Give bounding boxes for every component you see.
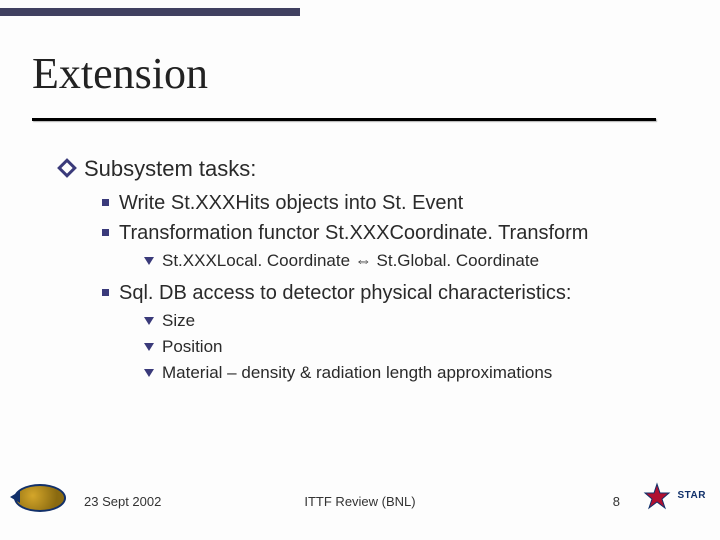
diamond-bullet-icon	[57, 158, 77, 178]
triangle-bullet-icon	[144, 343, 154, 351]
square-bullet-icon	[102, 229, 109, 236]
bullet-level2: Write St.XXXHits objects into St. Event	[102, 190, 690, 216]
triangle-bullet-icon	[144, 257, 154, 265]
bullet-level2-text: Write St.XXXHits objects into St. Event	[119, 190, 463, 216]
bullet-level3: Size	[144, 310, 690, 332]
bullet-level2: Transformation functor St.XXXCoordinate.…	[102, 220, 690, 246]
slide-title: Extension	[32, 48, 208, 99]
title-divider	[32, 118, 656, 121]
bullet-level3-text: Position	[162, 336, 222, 358]
triangle-bullet-icon	[144, 369, 154, 377]
footer-center: ITTF Review (BNL)	[304, 494, 415, 509]
footer-date: 23 Sept 2002	[84, 494, 161, 509]
square-bullet-icon	[102, 289, 109, 296]
kent-state-logo-icon	[14, 484, 66, 512]
bullet-level1: Subsystem tasks:	[60, 155, 690, 184]
footer-page-number: 8	[613, 494, 620, 509]
bullet-level3-text: Material – density & radiation length ap…	[162, 362, 552, 384]
bullet-level3: St.XXXLocal. Coordinate ⇔ St.Global. Coo…	[144, 250, 690, 272]
slide-footer: 23 Sept 2002 ITTF Review (BNL) 8 STAR	[0, 488, 720, 524]
slide-body: Subsystem tasks: Write St.XXXHits object…	[60, 155, 690, 392]
bullet-level1-text: Subsystem tasks:	[84, 155, 256, 184]
star-logo-text: STAR	[678, 490, 706, 501]
square-bullet-icon	[102, 199, 109, 206]
bullet-level3-text: Size	[162, 310, 195, 332]
bullet-level2-text: Transformation functor St.XXXCoordinate.…	[119, 220, 588, 246]
bullet-level2-text: Sql. DB access to detector physical char…	[119, 280, 571, 306]
bullet-level2: Sql. DB access to detector physical char…	[102, 280, 690, 306]
bullet-level3: Position	[144, 336, 690, 358]
bullet-level3: Material – density & radiation length ap…	[144, 362, 690, 384]
bullet-level3-text: St.XXXLocal. Coordinate ⇔ St.Global. Coo…	[162, 250, 539, 272]
star-logo-icon: STAR	[646, 484, 706, 516]
decorative-header-bar	[0, 8, 300, 16]
triangle-bullet-icon	[144, 317, 154, 325]
